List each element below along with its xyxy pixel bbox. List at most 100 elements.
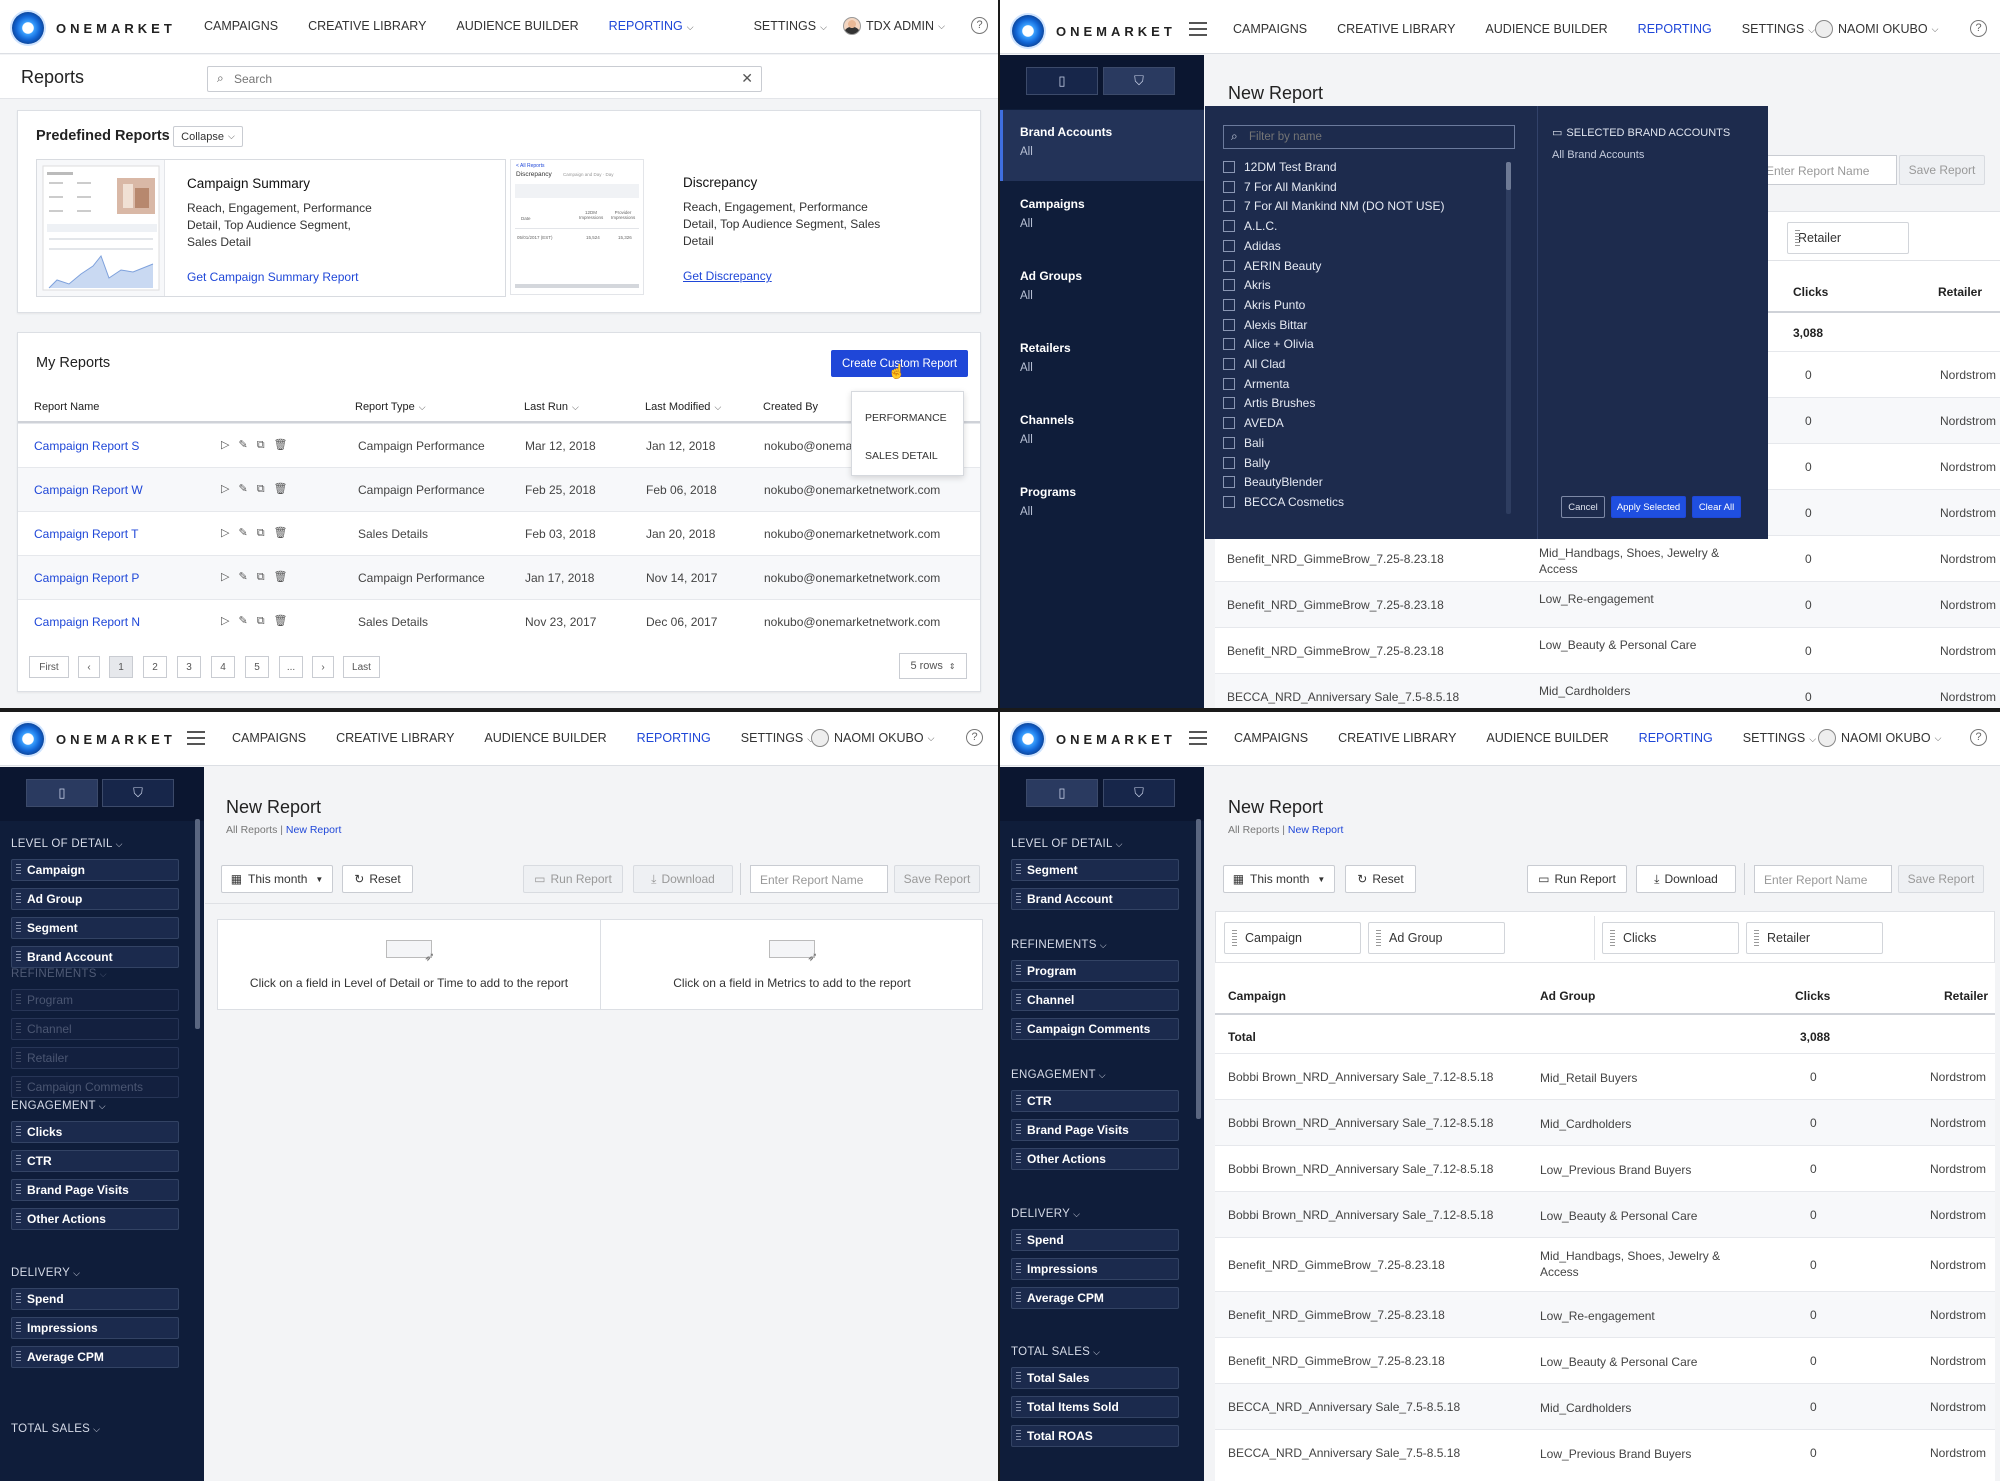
field-pill[interactable]: Total ROAS — [1011, 1425, 1179, 1447]
col-report-type[interactable]: Report Type ⌵ — [355, 401, 426, 413]
help-icon[interactable]: ? — [1970, 729, 1987, 746]
run-icon[interactable]: ▷ — [221, 614, 229, 627]
nav-reporting[interactable]: REPORTING ⌵ — [609, 19, 724, 33]
field-pill[interactable]: Channel — [11, 1018, 179, 1040]
section-refinements[interactable]: REFINEMENTS ⌵ — [1011, 939, 1107, 951]
table-row[interactable]: Campaign Report P ▷ ✎ ⧉ 🗑 Campaign Performanc… — [18, 555, 980, 599]
save-report-button[interactable]: Save Report — [1898, 865, 1984, 893]
section-level[interactable]: LEVEL OF DETAIL ⌵ — [1011, 838, 1123, 850]
brand-checkbox-item[interactable]: AERIN Beauty — [1223, 259, 1321, 273]
apply-selected-button[interactable]: Apply Selected — [1611, 496, 1686, 518]
checkbox[interactable] — [1223, 397, 1235, 410]
field-pill[interactable]: Campaign Comments — [1011, 1018, 1179, 1040]
field-pill[interactable]: Segment — [11, 917, 179, 939]
help-icon[interactable]: ? — [966, 729, 983, 746]
col-report-name[interactable]: Report Name — [34, 401, 99, 413]
download-button[interactable]: ⤓ Download — [1636, 865, 1736, 893]
duplicate-icon[interactable]: ⧉ — [257, 439, 265, 452]
user-menu[interactable]: TDX ADMIN ⌵ — [843, 17, 945, 35]
onemarket-logo[interactable]: ONEMARKET — [1012, 15, 1176, 47]
download-button[interactable]: ⤓ Download — [633, 865, 733, 893]
pagination-page-1[interactable]: 1 — [109, 656, 133, 678]
field-pill[interactable]: Total Sales — [1011, 1367, 1179, 1389]
filter-item[interactable]: Ad Groups All — [1020, 269, 1190, 302]
onemarket-logo[interactable]: ONEMARKET — [12, 12, 176, 44]
field-pill[interactable]: Brand Page Visits — [11, 1179, 179, 1201]
nav-creative-library[interactable]: CREATIVE LIBRARY — [308, 19, 426, 33]
nav-reporting[interactable]: REPORTING — [1638, 22, 1712, 36]
hamburger-menu-icon[interactable] — [1189, 22, 1207, 36]
field-pill[interactable]: Channel — [1011, 989, 1179, 1011]
field-pill[interactable]: Average CPM — [1011, 1287, 1179, 1309]
field-pill[interactable]: Campaign — [11, 859, 179, 881]
nav-settings[interactable]: SETTINGS⌵ — [754, 19, 857, 33]
nav-creative-library[interactable]: CREATIVE LIBRARY — [1338, 731, 1456, 745]
search-field[interactable]: ⌕ ✕ — [207, 66, 762, 92]
onemarket-logo[interactable]: ONEMARKET — [1012, 723, 1176, 755]
fields-tab-button[interactable]: ▯ — [1026, 67, 1098, 95]
field-pill[interactable]: Average CPM — [11, 1346, 179, 1368]
col-last-modified[interactable]: Last Modified ⌵ — [645, 401, 721, 413]
nav-audience-builder[interactable]: AUDIENCE BUILDER — [1486, 731, 1608, 745]
field-pill[interactable]: Spend — [11, 1288, 179, 1310]
checkbox[interactable] — [1223, 318, 1235, 331]
header-campaign[interactable]: Campaign — [1228, 989, 1286, 1003]
user-menu[interactable]: NAOMI OKUBO ⌵ — [1818, 729, 1941, 747]
pagination-prev[interactable]: ‹ — [78, 656, 100, 678]
section-engagement[interactable]: ENGAGEMENT ⌵ — [1011, 1069, 1106, 1081]
pagination-last[interactable]: Last — [343, 656, 380, 678]
dropdown-item-performance[interactable]: PERFORMANCE — [865, 412, 947, 424]
edit-icon[interactable]: ✎ — [238, 482, 247, 495]
duplicate-icon[interactable]: ⧉ — [257, 483, 265, 496]
field-pill[interactable]: CTR — [11, 1150, 179, 1172]
checkbox[interactable] — [1223, 259, 1235, 272]
scrollbar-thumb[interactable] — [1506, 162, 1511, 190]
filter-item[interactable]: Channels All — [1020, 413, 1190, 446]
field-pill[interactable]: Spend — [1011, 1229, 1179, 1251]
field-pill[interactable]: Campaign Comments — [11, 1076, 179, 1098]
brand-checkbox-item[interactable]: All Clad — [1223, 357, 1285, 371]
help-icon[interactable]: ? — [1970, 20, 1987, 37]
checkbox[interactable] — [1223, 239, 1235, 252]
breadcrumb-root[interactable]: All Reports — [226, 824, 277, 836]
checkbox[interactable] — [1223, 495, 1235, 508]
brand-checkbox-item[interactable]: Bali — [1223, 436, 1264, 450]
date-range-button[interactable]: ▦ This month ▼ — [1223, 865, 1335, 893]
search-input[interactable] — [234, 70, 714, 88]
brand-checkbox-item[interactable]: Alice + Olivia — [1223, 337, 1314, 351]
filter-tab-button[interactable]: ⛉ — [1103, 779, 1175, 807]
field-pill[interactable]: Brand Account — [1011, 888, 1179, 910]
nav-campaigns[interactable]: CAMPAIGNS — [232, 731, 306, 745]
header-retailer[interactable]: Retailer — [1938, 285, 1982, 299]
brand-checkbox-item[interactable]: Armenta — [1223, 377, 1289, 391]
pagination-page-4[interactable]: 4 — [211, 656, 235, 678]
clear-search-icon[interactable]: ✕ — [741, 70, 753, 87]
brand-filter-field[interactable]: ⌕ — [1223, 125, 1515, 149]
nav-reporting[interactable]: REPORTING — [637, 731, 711, 745]
duplicate-icon[interactable]: ⧉ — [257, 615, 265, 628]
report-name-link[interactable]: Campaign Report T — [34, 527, 139, 541]
field-pill[interactable]: Segment — [1011, 859, 1179, 881]
delete-icon[interactable]: 🗑 — [274, 482, 288, 495]
checkbox[interactable] — [1223, 200, 1235, 213]
report-name-input[interactable]: Enter Report Name — [750, 865, 888, 893]
section-total_sales[interactable]: TOTAL SALES ⌵ — [11, 1423, 100, 1435]
col-last-run[interactable]: Last Run ⌵ — [524, 401, 579, 413]
run-icon[interactable]: ▷ — [221, 570, 229, 583]
brand-checkbox-item[interactable]: Akris Punto — [1223, 298, 1305, 312]
run-report-button[interactable]: ▭ Run Report — [1527, 865, 1627, 893]
checkbox[interactable] — [1223, 358, 1235, 370]
run-icon[interactable]: ▷ — [221, 482, 229, 495]
sidebar-scrollbar[interactable] — [1196, 819, 1201, 1119]
filter-tab-button[interactable]: ⛉ — [1103, 67, 1175, 95]
nav-reporting[interactable]: REPORTING — [1639, 731, 1713, 745]
section-delivery[interactable]: DELIVERY ⌵ — [11, 1267, 80, 1279]
checkbox[interactable] — [1223, 180, 1235, 193]
brand-checkbox-item[interactable]: Artis Brushes — [1223, 396, 1315, 410]
run-report-button[interactable]: ▭ Run Report — [523, 865, 623, 893]
field-pill[interactable]: Other Actions — [11, 1208, 179, 1230]
brand-checkbox-item[interactable]: 12DM Test Brand — [1223, 160, 1337, 174]
header-clicks[interactable]: Clicks — [1793, 285, 1828, 299]
save-report-button[interactable]: Save Report — [1899, 155, 1985, 185]
chip-retailer[interactable]: Retailer — [1746, 922, 1883, 954]
